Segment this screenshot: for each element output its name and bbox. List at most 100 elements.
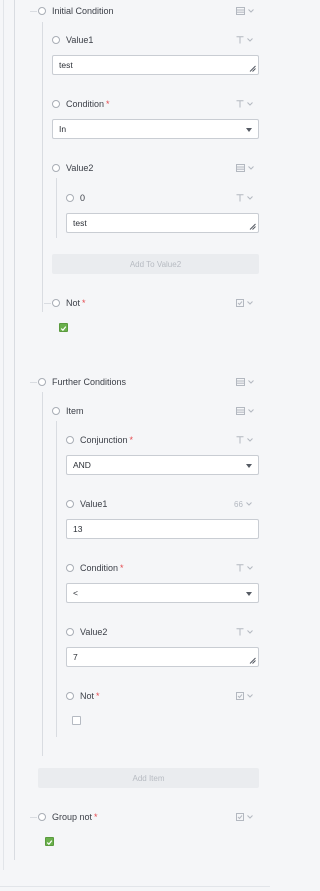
ic-value1-textarea[interactable]: test [52, 55, 259, 75]
group-not-connector [30, 817, 37, 818]
fc-value1-header[interactable]: Value1 [66, 497, 107, 511]
fc-item-label: Item [66, 406, 84, 416]
outer-left-rule [3, 0, 4, 870]
checkbox-type-icon[interactable] [236, 810, 253, 824]
further-conditions-header[interactable]: Further Conditions [38, 375, 126, 389]
further-conditions-label: Further Conditions [52, 377, 127, 387]
ic-condition-header[interactable]: Condition * [52, 97, 110, 111]
initial-condition-rule [42, 22, 43, 312]
ic-value2-item0-label: 0 [80, 193, 86, 203]
checkbox-type-icon[interactable] [236, 689, 253, 703]
text-type-icon[interactable] [236, 561, 253, 575]
initial-condition-label: Initial Condition [52, 6, 114, 16]
initial-condition-header[interactable]: Initial Condition [38, 4, 114, 18]
fc-value1-label: Value1 [80, 499, 108, 509]
list-type-icon[interactable] [236, 4, 254, 18]
ic-condition-value: In [59, 124, 67, 134]
required-marker: * [129, 435, 134, 445]
fc-condition-label: Condition [80, 563, 119, 573]
add-item-button[interactable]: Add Item [38, 768, 259, 788]
chevron-down-icon [247, 694, 253, 698]
fc-item-radio[interactable] [52, 407, 60, 415]
number-type-badge: 66 [234, 499, 243, 509]
ic-value2-item0-header[interactable]: 0 [66, 191, 85, 205]
required-marker: * [82, 298, 86, 308]
chevron-down-icon [247, 630, 253, 634]
ic-not-radio[interactable] [52, 299, 60, 307]
group-not-checkbox[interactable] [45, 837, 54, 846]
fc-not-header[interactable]: Not * [66, 689, 100, 703]
ic-value2-radio[interactable] [52, 164, 60, 172]
ic-value1-label: Value1 [66, 35, 94, 45]
chevron-down-icon [247, 301, 253, 305]
further-conditions-rule [42, 392, 43, 756]
fc-value1-value: 13 [73, 524, 83, 534]
fc-condition-header[interactable]: Condition * [66, 561, 124, 575]
text-type-icon[interactable] [236, 625, 253, 639]
chevron-down-icon [247, 38, 253, 42]
ic-value1-header[interactable]: Value1 [52, 33, 93, 47]
fc-conjunction-select[interactable]: AND [66, 455, 259, 475]
ic-not-connector [44, 303, 51, 304]
fc-conjunction-radio[interactable] [66, 436, 74, 444]
required-marker: * [96, 691, 100, 701]
initial-condition-connector [30, 11, 37, 12]
further-conditions-radio[interactable] [38, 378, 46, 386]
chevron-down-icon [246, 464, 252, 468]
fc-item-header[interactable]: Item [52, 404, 84, 418]
chevron-down-icon [246, 592, 252, 596]
fc-conjunction-header[interactable]: Conjunction * [66, 433, 133, 447]
list-type-icon[interactable] [236, 161, 254, 175]
required-marker: * [94, 812, 98, 822]
ic-value2-item0-textarea[interactable]: test [66, 213, 259, 233]
fc-value2-label: Value2 [80, 627, 108, 637]
list-type-icon[interactable] [236, 375, 254, 389]
checkbox-type-icon[interactable] [236, 296, 253, 310]
resize-handle-icon[interactable] [249, 657, 256, 664]
ic-condition-radio[interactable] [52, 100, 60, 108]
number-type-icon[interactable]: 66 [234, 497, 252, 511]
ic-value2-item0-radio[interactable] [66, 194, 74, 202]
resize-handle-icon[interactable] [249, 65, 256, 72]
chevron-down-icon [247, 196, 253, 200]
chevron-down-icon [247, 815, 253, 819]
fc-not-radio[interactable] [66, 692, 74, 700]
chevron-down-icon [246, 502, 252, 506]
initial-condition-radio[interactable] [38, 7, 46, 15]
fc-value2-textarea[interactable]: 7 [66, 647, 259, 667]
fc-conjunction-value: AND [73, 460, 91, 470]
chevron-down-icon [248, 9, 254, 13]
required-marker: * [120, 563, 124, 573]
fc-condition-radio[interactable] [66, 564, 74, 572]
chevron-down-icon [248, 409, 254, 413]
fc-not-checkbox[interactable] [72, 716, 81, 725]
fc-value1-radio[interactable] [66, 500, 74, 508]
list-type-icon[interactable] [236, 404, 254, 418]
ic-condition-select[interactable]: In [52, 119, 259, 139]
text-type-icon[interactable] [236, 33, 253, 47]
add-to-value2-button[interactable]: Add To Value2 [52, 254, 259, 274]
fc-not-label: Not [80, 691, 95, 701]
ic-value1-radio[interactable] [52, 36, 60, 44]
checkmark-icon [60, 326, 67, 332]
text-type-icon[interactable] [236, 97, 253, 111]
chevron-down-icon [247, 102, 253, 106]
ic-not-header[interactable]: Not * [52, 296, 86, 310]
ic-not-checkbox[interactable] [59, 323, 68, 332]
ic-value2-header[interactable]: Value2 [52, 161, 93, 175]
fc-value2-radio[interactable] [66, 628, 74, 636]
text-type-icon[interactable] [236, 191, 253, 205]
text-type-icon[interactable] [236, 433, 253, 447]
required-marker: * [106, 99, 110, 109]
resize-handle-icon[interactable] [249, 223, 256, 230]
group-not-header[interactable]: Group not * [38, 810, 98, 824]
group-not-radio[interactable] [38, 813, 46, 821]
chevron-down-icon [247, 566, 253, 570]
fc-value2-header[interactable]: Value2 [66, 625, 107, 639]
fc-value1-input[interactable]: 13 [66, 519, 259, 539]
chevron-down-icon [246, 128, 252, 132]
fc-condition-select[interactable]: < [66, 583, 259, 603]
ic-value2-item0-value: test [73, 218, 87, 228]
chevron-down-icon [248, 166, 254, 170]
fc-value2-value: 7 [73, 652, 78, 662]
